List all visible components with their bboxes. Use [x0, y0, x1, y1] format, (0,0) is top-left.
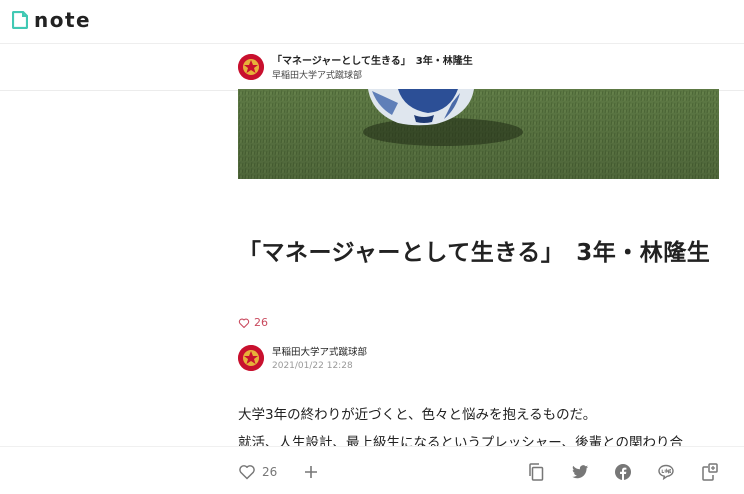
note-logo-icon: [12, 11, 28, 29]
body-paragraph: 大学3年の終わりが近づくと、色々と悩みを抱えるものだ。: [238, 407, 597, 423]
author-avatar[interactable]: [238, 344, 264, 371]
sticky-article-bar: 「マネージャーとして生きる」 3年・林隆生 早稲田大学ア式蹴球部: [0, 43, 744, 91]
site-header: note: [0, 0, 744, 42]
author-row: 早稲田大学ア式蹴球部 2021/01/22 12:28: [238, 344, 367, 371]
twitter-share-button[interactable]: [572, 465, 589, 479]
twitter-icon: [572, 465, 589, 479]
like-count-value: 26: [262, 465, 278, 479]
article-title: 「マネージャーとして生きる」 3年・林隆生: [238, 240, 711, 266]
logo-text: note: [34, 8, 92, 32]
facebook-share-button[interactable]: [615, 464, 631, 480]
author-name[interactable]: 早稲田大学ア式蹴球部: [272, 344, 367, 358]
facebook-icon: [615, 464, 631, 480]
like-count-value: 26: [254, 316, 268, 329]
sticky-author[interactable]: 早稲田大学ア式蹴球部: [272, 68, 473, 81]
add-to-magazine-button[interactable]: [304, 465, 318, 479]
embed-icon: [702, 463, 718, 481]
publish-date: 2021/01/22 12:28: [272, 361, 353, 371]
copy-link-button[interactable]: [528, 463, 544, 481]
note-logo[interactable]: note: [12, 8, 91, 32]
avatar[interactable]: [238, 53, 264, 80]
line-share-button[interactable]: [658, 464, 674, 480]
plus-icon: [305, 466, 317, 478]
hero-image: [238, 89, 719, 179]
like-button[interactable]: 26: [238, 464, 277, 480]
embed-button[interactable]: [702, 463, 718, 481]
line-icon: [658, 464, 674, 480]
heart-icon: [238, 318, 250, 328]
like-count[interactable]: 26: [238, 316, 268, 329]
copy-icon: [529, 463, 544, 481]
heart-icon: [239, 465, 255, 480]
action-bar: 26: [0, 446, 744, 494]
sticky-article-info[interactable]: 「マネージャーとして生きる」 3年・林隆生 早稲田大学ア式蹴球部: [238, 52, 473, 81]
sticky-title[interactable]: 「マネージャーとして生きる」 3年・林隆生: [272, 52, 473, 67]
